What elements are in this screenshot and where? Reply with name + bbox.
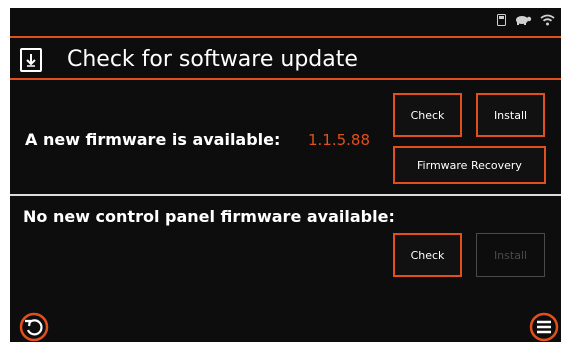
control-panel-label: No new control panel firmware available: [23,207,395,226]
sd-card-icon [497,14,506,26]
control-panel-install-button[interactable]: Install [476,233,545,277]
firmware-check-button[interactable]: Check [393,93,462,137]
firmware-available-label: A new firmware is available: [25,130,281,149]
firmware-version: 1.1.5.88 [308,131,371,149]
wifi-icon [540,14,555,26]
download-icon [20,48,42,72]
firmware-install-button[interactable]: Install [476,93,545,137]
update-screen: Check for software update A new firmware… [10,8,561,342]
firmware-recovery-button[interactable]: Firmware Recovery [393,146,546,184]
turtle-icon [514,14,532,26]
header-bottom-divider [10,78,561,80]
page-title: Check for software update [67,47,358,72]
section-divider [10,194,561,196]
header: Check for software update [10,44,561,80]
status-icons [497,14,555,26]
control-panel-check-button[interactable]: Check [393,233,462,277]
status-bar [10,8,561,34]
refresh-icon[interactable] [19,312,49,342]
menu-icon[interactable] [529,312,559,342]
header-top-divider [10,36,561,38]
